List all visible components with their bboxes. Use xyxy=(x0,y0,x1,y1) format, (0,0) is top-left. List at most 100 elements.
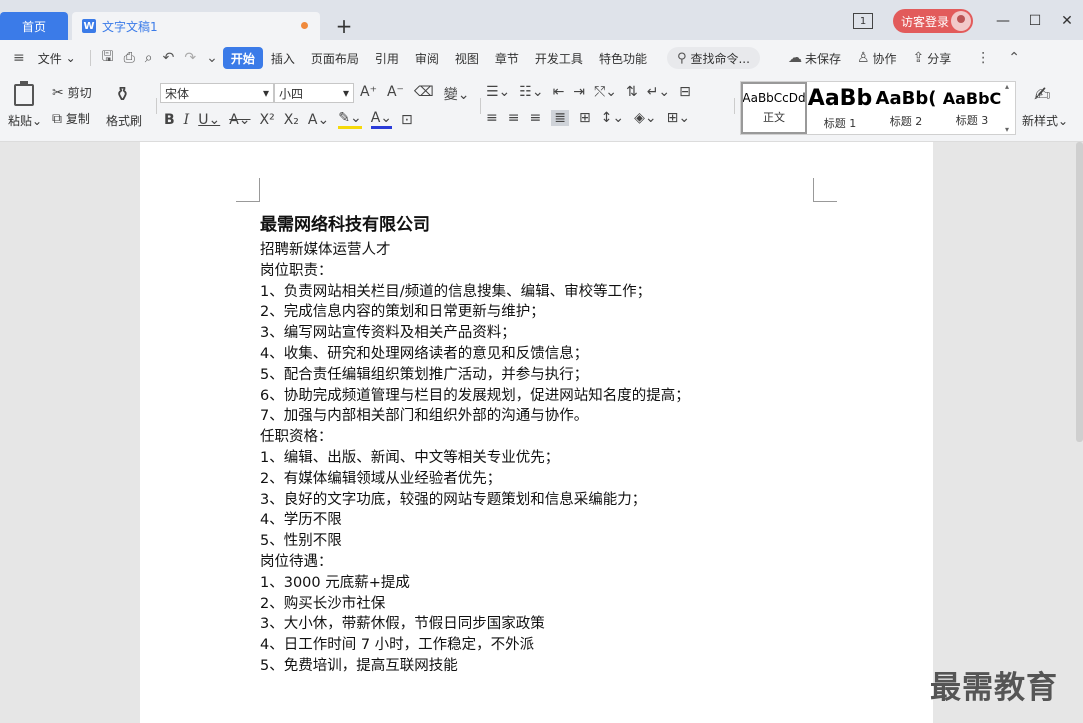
close-icon[interactable]: ✕ xyxy=(1051,13,1083,29)
paragraph-line[interactable]: 3、大小休，带薪休假，节假日同步国家政策 xyxy=(260,614,820,635)
chevron-up-icon[interactable]: ▴ xyxy=(1005,82,1013,91)
minimize-icon[interactable]: — xyxy=(987,13,1019,29)
show-marks-icon[interactable]: ↵⌄ xyxy=(647,84,670,100)
chinese-layout-icon[interactable]: ⤲⌄ xyxy=(594,84,617,100)
format-painter-label[interactable]: 格式刷 xyxy=(106,112,142,129)
menu-review[interactable]: 审阅 xyxy=(407,47,447,69)
paragraph-line[interactable]: 1、负责网站相关栏目/频道的信息搜集、编辑、审校等工作； xyxy=(260,282,820,303)
menu-references[interactable]: 引用 xyxy=(367,47,407,69)
format-painter-icon[interactable]: ⚱ xyxy=(114,82,131,106)
italic-icon[interactable]: I xyxy=(184,112,190,128)
chevron-down-icon[interactable]: ▾ xyxy=(1005,125,1013,134)
gallery-scroll[interactable]: ▴ ▾ xyxy=(1005,82,1013,134)
page-indicator[interactable]: 1 xyxy=(853,13,873,29)
paragraph-line[interactable]: 岗位职责： xyxy=(260,261,820,282)
clear-format-icon[interactable]: ⌫ xyxy=(414,84,434,104)
paragraph-line[interactable]: 4、学历不限 xyxy=(260,510,820,531)
paragraph-line[interactable]: 4、收集、研究和处理网络读者的意见和反馈信息； xyxy=(260,344,820,365)
copy-button[interactable]: ⧉ 复制 xyxy=(52,110,90,127)
increase-indent-icon[interactable]: ⇥ xyxy=(573,84,585,100)
document-canvas[interactable]: 最需网络科技有限公司 招聘新媒体运营人才 岗位职责： 1、负责网站相关栏目/频道的信… xyxy=(0,142,1083,723)
hamburger-icon[interactable]: ≡ xyxy=(8,50,30,66)
undo-icon[interactable]: ↶ xyxy=(158,50,180,66)
document-body[interactable]: 招聘新媒体运营人才 岗位职责： 1、负责网站相关栏目/频道的信息搜集、编辑、审校等工… xyxy=(260,240,820,677)
print-preview-icon[interactable]: ⌕ xyxy=(140,50,158,66)
new-style-button[interactable]: 新样式⌄ xyxy=(1022,112,1068,129)
sort-icon[interactable]: ⇅ xyxy=(626,84,638,100)
style-normal[interactable]: AaBbCcDd 正文 xyxy=(741,82,807,134)
paragraph-line[interactable]: 3、编写网站宣传资料及相关产品资料； xyxy=(260,323,820,344)
strikethrough-icon[interactable]: A⌄ xyxy=(229,112,250,128)
bullet-list-icon[interactable]: ☰⌄ xyxy=(486,84,510,100)
paragraph-line[interactable]: 7、加强与内部相关部门和组织外部的沟通与协作。 xyxy=(260,406,820,427)
paste-label[interactable]: 粘贴⌄ xyxy=(8,112,42,129)
subscript-icon[interactable]: X₂ xyxy=(284,112,299,128)
paragraph-line[interactable]: 1、3000 元底薪+提成 xyxy=(260,573,820,594)
decrease-font-icon[interactable]: A⁻ xyxy=(387,84,404,104)
menu-developer[interactable]: 开发工具 xyxy=(527,47,591,69)
increase-font-icon[interactable]: A⁺ xyxy=(360,84,377,104)
numbered-list-icon[interactable]: ☷⌄ xyxy=(519,84,543,100)
print-icon[interactable]: ⎙ xyxy=(119,50,140,66)
paragraph-line[interactable]: 1、编辑、出版、新闻、中文等相关专业优先； xyxy=(260,448,820,469)
font-size-select[interactable]: 小四 ▾ xyxy=(274,83,354,103)
paste-button[interactable] xyxy=(14,81,34,106)
paragraph-line[interactable]: 4、日工作时间 7 小时，工作稳定，不外派 xyxy=(260,635,820,656)
pinyin-icon[interactable]: 變⌄ xyxy=(444,84,470,104)
underline-icon[interactable]: U⌄ xyxy=(198,112,220,128)
line-spacing-icon[interactable]: ↕⌄ xyxy=(601,110,624,126)
paragraph-line[interactable]: 3、良好的文字功底，较强的网站专题策划和信息采编能力； xyxy=(260,490,820,511)
menu-insert[interactable]: 插入 xyxy=(263,47,303,69)
paragraph-line[interactable]: 5、性别不限 xyxy=(260,531,820,552)
align-center-icon[interactable]: ≡ xyxy=(508,110,520,126)
style-heading-2[interactable]: AaBb( 标题 2 xyxy=(873,82,939,134)
paragraph-line[interactable]: 招聘新媒体运营人才 xyxy=(260,240,820,261)
new-tab-plus-icon[interactable]: + xyxy=(334,14,354,38)
more-icon[interactable]: ⋮ xyxy=(971,50,995,66)
paragraph-line[interactable]: 岗位待遇： xyxy=(260,552,820,573)
document-page[interactable]: 最需网络科技有限公司 招聘新媒体运营人才 岗位职责： 1、负责网站相关栏目/频道的信… xyxy=(140,142,933,723)
align-right-icon[interactable]: ≡ xyxy=(529,110,541,126)
font-color-icon[interactable]: A⌄ xyxy=(370,110,392,129)
menu-view[interactable]: 视图 xyxy=(447,47,487,69)
command-search[interactable]: ⚲ 查找命令... xyxy=(666,47,760,69)
share-button[interactable]: ⇪ 分享 xyxy=(905,50,960,67)
menu-section[interactable]: 章节 xyxy=(487,47,527,69)
text-effect-icon[interactable]: A⌄ xyxy=(308,112,329,128)
collapse-ribbon-icon[interactable]: ⌃ xyxy=(1003,50,1025,66)
paragraph-line[interactable]: 5、免费培训，提高互联网技能 xyxy=(260,656,820,677)
cut-button[interactable]: ✂ 剪切 xyxy=(52,84,92,101)
char-border-icon[interactable]: ⊡ xyxy=(401,112,413,128)
new-style-icon[interactable]: ✍ xyxy=(1034,82,1051,106)
paragraph-line[interactable]: 2、有媒体编辑领域从业经验者优先； xyxy=(260,469,820,490)
guest-login-button[interactable]: 访客登录 xyxy=(893,9,973,33)
menu-start[interactable]: 开始 xyxy=(222,47,263,69)
menu-special[interactable]: 特色功能 xyxy=(591,47,655,69)
style-heading-3[interactable]: AaBbC 标题 3 xyxy=(939,82,1005,134)
document-title[interactable]: 最需网络科技有限公司 xyxy=(260,210,430,235)
bold-icon[interactable]: B xyxy=(164,112,175,128)
vertical-scrollbar[interactable] xyxy=(1076,142,1083,442)
menu-file[interactable]: 文件 ⌄ xyxy=(30,47,84,69)
distributed-icon[interactable]: ⊞ xyxy=(579,110,591,126)
redo-icon[interactable]: ↷ xyxy=(179,50,201,66)
superscript-icon[interactable]: X² xyxy=(260,112,275,128)
tab-home[interactable]: 首页 xyxy=(0,12,68,40)
chevron-down-icon[interactable]: ⌄ xyxy=(201,50,223,66)
justify-icon[interactable]: ≣ xyxy=(551,110,569,126)
decrease-indent-icon[interactable]: ⇤ xyxy=(553,84,565,100)
borders-icon[interactable]: ⊞⌄ xyxy=(667,110,690,126)
collaborate-button[interactable]: ♙ 协作 xyxy=(849,50,905,67)
paragraph-line[interactable]: 5、配合责任编辑组织策划推广活动，并参与执行； xyxy=(260,365,820,386)
highlight-icon[interactable]: ✎⌄ xyxy=(338,110,362,129)
paragraph-line[interactable]: 6、协助完成频道管理与栏目的发展规划，促进网站知名度的提高； xyxy=(260,386,820,407)
style-heading-1[interactable]: AaBb 标题 1 xyxy=(807,82,873,134)
unsaved-button[interactable]: ☁ 未保存 xyxy=(780,50,849,67)
paragraph-line[interactable]: 2、完成信息内容的策划和日常更新与维护； xyxy=(260,302,820,323)
font-name-select[interactable]: 宋体 ▾ xyxy=(160,83,274,103)
maximize-icon[interactable]: ☐ xyxy=(1019,13,1051,29)
align-left-icon[interactable]: ≡ xyxy=(486,110,498,126)
shading-icon[interactable]: ◈⌄ xyxy=(634,110,657,126)
paragraph-line[interactable]: 2、购买长沙市社保 xyxy=(260,594,820,615)
save-icon[interactable]: 🖫 xyxy=(97,46,119,70)
